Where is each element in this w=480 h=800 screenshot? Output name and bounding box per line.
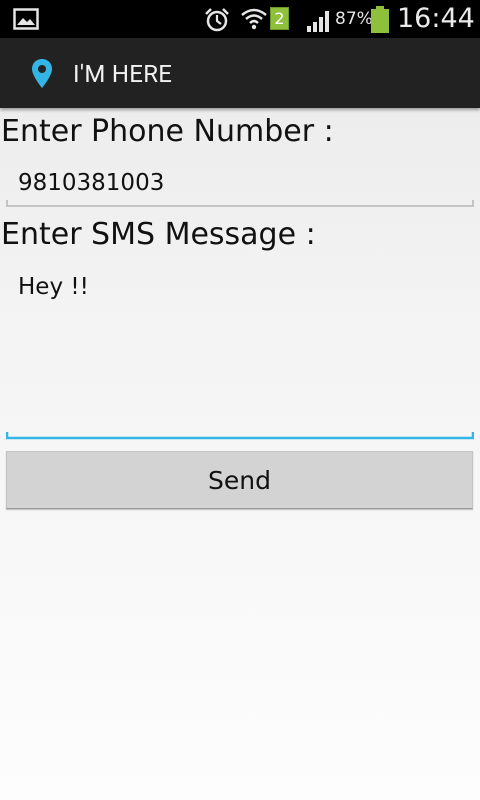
image-notification-icon	[13, 8, 39, 30]
app-title: I'M HERE	[73, 60, 173, 88]
sim-badge: 2	[270, 7, 289, 30]
alarm-icon	[205, 8, 229, 32]
status-bar: 2 87% 16:44	[0, 0, 480, 38]
battery-icon	[371, 6, 389, 33]
action-bar: I'M HERE	[0, 38, 480, 108]
signal-icon	[307, 11, 329, 32]
phone-label: Enter Phone Number :	[1, 114, 334, 149]
clock: 16:44	[397, 3, 475, 34]
location-pin-icon[interactable]	[31, 58, 53, 90]
sms-label: Enter SMS Message :	[1, 217, 316, 252]
wifi-icon	[241, 8, 267, 30]
sms-message-value: Hey !!	[18, 274, 89, 300]
phone-number-value: 9810381003	[18, 170, 165, 196]
phone-input-underline	[6, 200, 474, 207]
send-button[interactable]: Send	[6, 451, 473, 509]
sms-input-underline	[6, 432, 474, 440]
battery-percent: 87%	[335, 9, 373, 29]
phone-number-input[interactable]: 9810381003	[6, 160, 474, 208]
sms-message-input[interactable]: Hey !!	[6, 264, 474, 440]
